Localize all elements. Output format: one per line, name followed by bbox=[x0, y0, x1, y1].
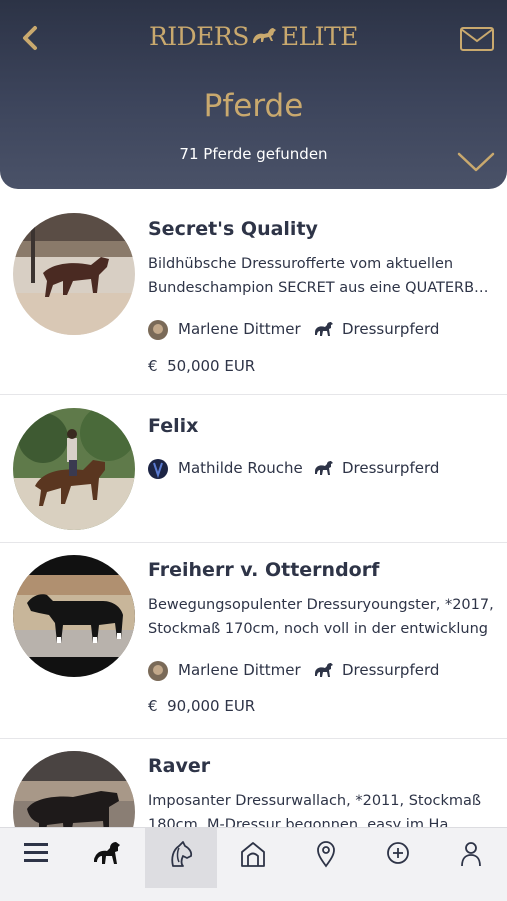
horse-meta: Mathilde Rouche Dressurpferd bbox=[148, 458, 498, 480]
horse-list[interactable]: Secret's Quality Bildhübsche Dressuroffe… bbox=[0, 189, 507, 827]
horse-category: Dressurpferd bbox=[342, 459, 440, 477]
owner-avatar bbox=[148, 459, 168, 479]
horse-price: € 50,000 EUR bbox=[148, 357, 255, 375]
location-pin-icon bbox=[317, 841, 335, 868]
tab-profile[interactable] bbox=[435, 828, 507, 888]
horse-photo bbox=[13, 751, 135, 827]
horse-photo bbox=[13, 213, 135, 335]
mail-icon[interactable] bbox=[459, 26, 495, 52]
list-item[interactable]: Felix Mathilde Rouche Dressurpferd bbox=[0, 395, 507, 543]
description-line: Bundeschampion SECRET aus eine QUATERBAC… bbox=[148, 280, 498, 296]
horse-head-icon bbox=[171, 841, 193, 867]
app-logo: RIDERS ELITE bbox=[0, 22, 507, 51]
menu-icon bbox=[24, 843, 48, 862]
horse-meta: Marlene Dittmer Dressurpferd bbox=[148, 660, 498, 682]
owner-avatar bbox=[148, 320, 168, 340]
page-title: Pferde bbox=[203, 88, 304, 124]
list-item[interactable]: Raver Imposanter Dressurwallach, *2011, … bbox=[0, 739, 507, 827]
price-value: 90,000 EUR bbox=[167, 697, 256, 715]
horse-name[interactable]: Felix bbox=[148, 415, 198, 437]
currency-symbol: € bbox=[148, 357, 158, 375]
user-icon bbox=[461, 842, 481, 867]
logo-text-left: RIDERS bbox=[148, 22, 249, 51]
horse-category: Dressurpferd bbox=[342, 320, 440, 338]
description-line: Stockmaß 170cm, noch voll in der entwick… bbox=[148, 621, 489, 637]
bottom-tab-bar bbox=[0, 827, 507, 901]
horse-description: Bewegungsopulenter Dressuryoungster, *20… bbox=[148, 593, 498, 641]
plus-circle-icon bbox=[387, 842, 409, 864]
horse-icon bbox=[94, 842, 120, 864]
horse-name[interactable]: Freiherr v. Otterndorf bbox=[148, 559, 379, 581]
owner-avatar bbox=[148, 661, 168, 681]
results-count: 71 Pferde gefunden bbox=[179, 145, 328, 163]
tab-location[interactable] bbox=[290, 828, 362, 888]
logo-text-right: ELITE bbox=[280, 22, 359, 51]
tab-horses[interactable] bbox=[72, 828, 144, 888]
horse-category: Dressurpferd bbox=[342, 661, 440, 679]
horse-photo bbox=[13, 408, 135, 530]
owner-name: Marlene Dittmer bbox=[178, 320, 301, 338]
horse-icon bbox=[315, 663, 333, 677]
app-header: RIDERS ELITE Pferde 71 Pferde gefunden bbox=[0, 0, 507, 189]
owner-name: Mathilde Rouche bbox=[178, 459, 303, 477]
horse-meta: Marlene Dittmer Dressurpferd bbox=[148, 319, 498, 341]
horse-icon bbox=[315, 461, 333, 475]
owner-name: Marlene Dittmer bbox=[178, 661, 301, 679]
horse-description: Imposanter Dressurwallach, *2011, Stockm… bbox=[148, 789, 498, 827]
horse-name[interactable]: Raver bbox=[148, 755, 210, 777]
horse-icon bbox=[315, 322, 333, 336]
list-item[interactable]: Secret's Quality Bildhübsche Dressuroffe… bbox=[0, 189, 507, 395]
stable-icon bbox=[241, 842, 265, 867]
description-line: Bildhübsche Dressurofferte vom aktuellen bbox=[148, 256, 454, 272]
tab-menu[interactable] bbox=[0, 828, 72, 888]
tab-stable[interactable] bbox=[217, 828, 289, 888]
horse-photo bbox=[13, 555, 135, 677]
description-line: 180cm, M-Dressur begonnen, easy im Ha bbox=[148, 817, 449, 827]
tab-add[interactable] bbox=[362, 828, 434, 888]
tab-horse-head[interactable] bbox=[145, 828, 217, 888]
description-line: Bewegungsopulenter Dressuryoungster, *20… bbox=[148, 597, 494, 613]
horse-logo-icon bbox=[252, 27, 276, 43]
currency-symbol: € bbox=[148, 697, 158, 715]
list-item[interactable]: Freiherr v. Otterndorf Bewegungsopulente… bbox=[0, 543, 507, 739]
price-value: 50,000 EUR bbox=[167, 357, 256, 375]
horse-description: Bildhübsche Dressurofferte vom aktuellen… bbox=[148, 252, 498, 300]
chevron-down-icon[interactable] bbox=[456, 150, 496, 174]
horse-name[interactable]: Secret's Quality bbox=[148, 218, 318, 240]
horse-price: € 90,000 EUR bbox=[148, 697, 255, 715]
description-line: Imposanter Dressurwallach, *2011, Stockm… bbox=[148, 793, 481, 809]
